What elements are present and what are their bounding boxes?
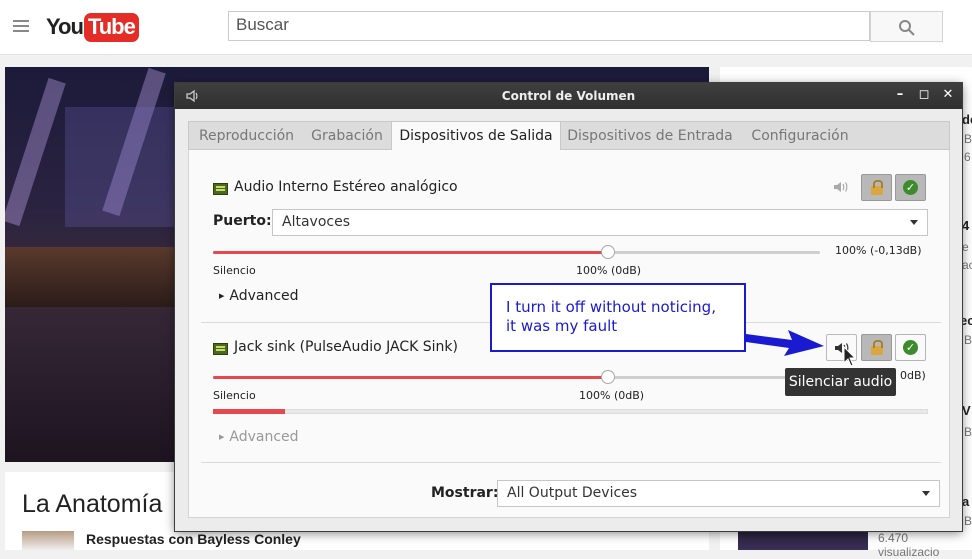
advanced-expander[interactable]: ▶ Advanced [219,288,299,304]
advanced-label: Advanced [229,288,299,304]
expander-arrow-icon: ▶ [219,433,225,441]
tab-bar: Reproducción Grabación Dispositivos de S… [188,121,950,151]
sidebar-item-title[interactable]: 4 [962,218,969,233]
menu-icon[interactable] [13,20,29,32]
sidebar-item-meta: e [962,240,969,254]
search-icon [899,20,915,36]
annotation-callout: I turn it off without noticing, it was m… [490,283,746,352]
sidebar-item-meta: B [964,425,972,439]
device-name: Audio Interno Estéreo analógico [234,179,458,195]
sidebar-item-meta: B [964,514,972,528]
volume-readout: 0dB) [900,369,926,382]
volume-readout: 100% (-0,13dB) [835,244,922,257]
sidebar-item-meta: 6 [964,150,971,164]
set-default-button[interactable]: ✓ [895,334,926,361]
sidebar-item-title[interactable]: de [962,112,972,127]
mouse-cursor-icon [843,346,857,367]
volume-slider-knob[interactable] [601,370,616,384]
maximize-button[interactable]: ◻ [915,86,933,104]
silence-label: Silencio [213,264,256,277]
show-value: All Output Devices [507,485,638,501]
expander-arrow-icon: ▶ [219,292,225,300]
channel-avatar[interactable] [22,531,74,550]
device-name: Jack sink (PulseAudio JACK Sink) [234,339,458,355]
hundred-percent-label: 100% (0dB) [576,264,642,277]
tab-reproduccion[interactable]: Reproducción [189,122,304,150]
sidebar-item-title[interactable]: a [962,494,969,509]
annotation-line-2: it was my fault [506,317,618,335]
hundred-percent-label: 100% (0dB) [579,389,645,402]
level-meter [213,409,928,414]
lock-icon [871,180,883,195]
volume-fill [213,251,608,254]
chevron-down-icon [922,491,930,496]
port-select[interactable]: Altavoces [272,209,928,236]
video-title: La Anatomía [22,490,163,518]
separator [201,462,941,463]
show-devices-select[interactable]: All Output Devices [497,480,940,507]
search-input[interactable]: Buscar [228,11,870,41]
tab-dispositivos-entrada[interactable]: Dispositivos de Entrada [559,122,741,150]
window-title: Control de Volumen [501,89,636,103]
sidebar-item-title[interactable]: V [962,403,971,418]
sidebar-item-meta: ac [962,258,972,272]
sidebar-views: 6.470 visualizacio [878,531,940,559]
port-value: Altavoces [282,214,350,230]
sidebar-item-meta: B [964,132,972,146]
check-icon: ✓ [903,180,918,195]
chevron-down-icon [910,220,918,225]
tab-dispositivos-salida[interactable]: Dispositivos de Salida [391,122,561,151]
sidebar-item-meta: B [964,333,972,347]
volume-slider-knob[interactable] [600,245,615,259]
minimize-button[interactable]: – [891,86,909,104]
tab-configuracion[interactable]: Configuración [741,122,859,150]
sound-card-icon [213,183,228,195]
tab-grabacion[interactable]: Grabación [304,122,390,150]
channel-name[interactable]: Respuestas con Bayless Conley [86,531,301,547]
youtube-header: You Tube Buscar [0,0,972,55]
lock-channels-button[interactable] [861,174,892,201]
annotation-arrow-icon [746,330,824,356]
logo-tube-text: Tube [83,12,139,42]
window-titlebar[interactable]: Control de Volumen – ◻ ✕ [175,83,962,109]
advanced-label: Advanced [229,429,299,445]
search-button[interactable] [870,11,943,42]
sound-card-icon [213,343,228,355]
youtube-logo[interactable]: You Tube [46,11,139,43]
lock-channels-button[interactable] [861,334,892,361]
show-label: Mostrar: [431,485,499,501]
close-button[interactable]: ✕ [939,86,957,104]
volume-fill [213,376,609,379]
speaker-icon [833,180,849,198]
set-default-button[interactable]: ✓ [895,174,926,201]
mute-tooltip: Silenciar audio [785,368,896,396]
sidebar-thumbnail[interactable] [738,530,868,550]
level-meter-fill [213,409,285,414]
port-label: Puerto: [213,213,272,229]
annotation-line-1: I turn it off without noticing, [506,298,716,316]
check-icon: ✓ [903,340,918,355]
lock-icon [871,340,883,355]
silence-label: Silencio [213,389,256,402]
advanced-expander[interactable]: ▶ Advanced [219,429,299,445]
logo-you-text: You [46,14,84,39]
